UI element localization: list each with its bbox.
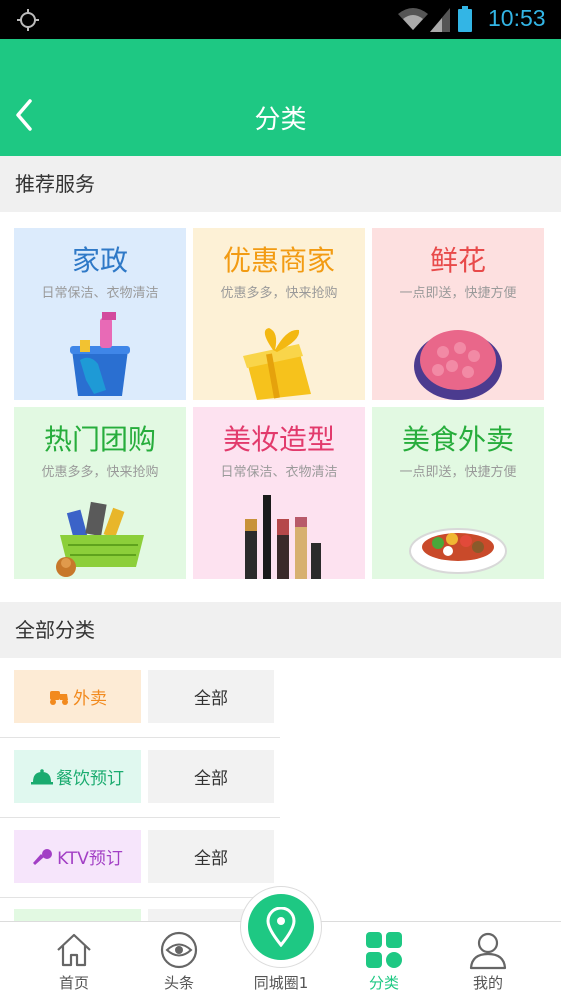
tab-label: 我的 [472, 974, 503, 992]
category-tag-takeout[interactable]: 外卖 [14, 670, 141, 723]
tab-home[interactable]: 首页 [24, 922, 124, 999]
tile-group-buying[interactable]: 热门团购 优惠多多，快来抢购 [14, 407, 186, 579]
tile-discount-merchants[interactable]: 优惠商家 优惠多多，快来抢购 [193, 228, 365, 400]
tab-headlines[interactable]: 头条 [129, 922, 229, 999]
tab-categories[interactable]: 分类 [334, 922, 434, 999]
page-title: 分类 [254, 105, 307, 135]
delivery-scooter-icon [50, 690, 68, 705]
tile-subtitle: 一点即送，快捷方便 [399, 286, 517, 301]
user-icon [469, 932, 507, 970]
shopping-basket-icon [56, 501, 144, 577]
gps-icon [17, 9, 39, 31]
category-label: KTV预订 [57, 849, 123, 869]
category-tag-partial [14, 909, 141, 921]
flower-bouquet-icon [414, 330, 502, 400]
category-label: 餐饮预订 [56, 769, 124, 789]
grid-categories-icon [366, 932, 402, 968]
tab-label: 分类 [368, 974, 399, 992]
category-tag-dining-booking[interactable]: 餐饮预订 [14, 750, 141, 803]
tile-housekeeping[interactable]: 家政 日常保洁、衣物清洁 [14, 228, 186, 400]
category-all-button[interactable]: 全部 [148, 670, 274, 723]
status-bar: 10:53 [0, 0, 561, 39]
category-tag-ktv-booking[interactable]: KTV预订 [14, 830, 141, 883]
eye-icon [160, 931, 198, 969]
home-icon [57, 933, 91, 967]
tile-title: 美妆造型 [222, 423, 335, 456]
food-plate-icon [409, 528, 507, 574]
tile-subtitle: 日常保洁、衣物清洁 [220, 465, 338, 480]
gift-box-icon [243, 328, 311, 400]
tile-food-delivery[interactable]: 美食外卖 一点即送，快捷方便 [372, 407, 544, 579]
tile-title: 家政 [71, 244, 128, 277]
tile-subtitle: 优惠多多，快来抢购 [41, 465, 159, 480]
tab-label: 首页 [58, 974, 89, 992]
tile-flowers[interactable]: 鲜花 一点即送，快捷方便 [372, 228, 544, 400]
tile-title: 鲜花 [429, 244, 486, 277]
location-fab-button[interactable] [248, 894, 314, 960]
tile-beauty-styling[interactable]: 美妆造型 日常保洁、衣物清洁 [193, 407, 365, 579]
signal-icon [430, 8, 450, 32]
category-all-button[interactable]: 全部 [148, 750, 274, 803]
tab-label: 同城圈1 [253, 974, 309, 992]
microphone-icon [33, 848, 53, 865]
wifi-icon [398, 8, 428, 30]
battery-icon [458, 6, 472, 32]
tile-title: 美食外卖 [401, 423, 514, 456]
tab-label: 头条 [163, 974, 194, 992]
tile-subtitle: 日常保洁、衣物清洁 [41, 286, 159, 301]
status-time: 10:53 [488, 5, 546, 31]
tile-title: 热门团购 [43, 423, 156, 456]
tile-subtitle: 一点即送，快捷方便 [399, 465, 517, 480]
category-label: 外卖 [73, 689, 107, 709]
category-row-takeout: 外卖 全部 [0, 658, 280, 738]
location-fab-ring [240, 886, 322, 968]
category-all-button[interactable]: 全部 [148, 830, 274, 883]
cosmetics-icon [245, 495, 321, 579]
dining-cloche-icon [31, 768, 53, 784]
category-row-dining-booking: 餐饮预订 全部 [0, 738, 280, 818]
tile-title: 优惠商家 [222, 244, 335, 277]
location-pin-icon [266, 907, 296, 947]
tile-subtitle: 优惠多多，快来抢购 [220, 286, 338, 301]
tab-profile[interactable]: 我的 [438, 922, 538, 999]
section-heading-all-categories: 全部分类 [0, 602, 561, 658]
section-heading-recommended: 推荐服务 [0, 156, 561, 212]
app-bar: 分类 [0, 39, 561, 156]
cleaning-supplies-icon [70, 312, 130, 396]
category-row-ktv-booking: KTV预订 全部 [0, 818, 280, 898]
